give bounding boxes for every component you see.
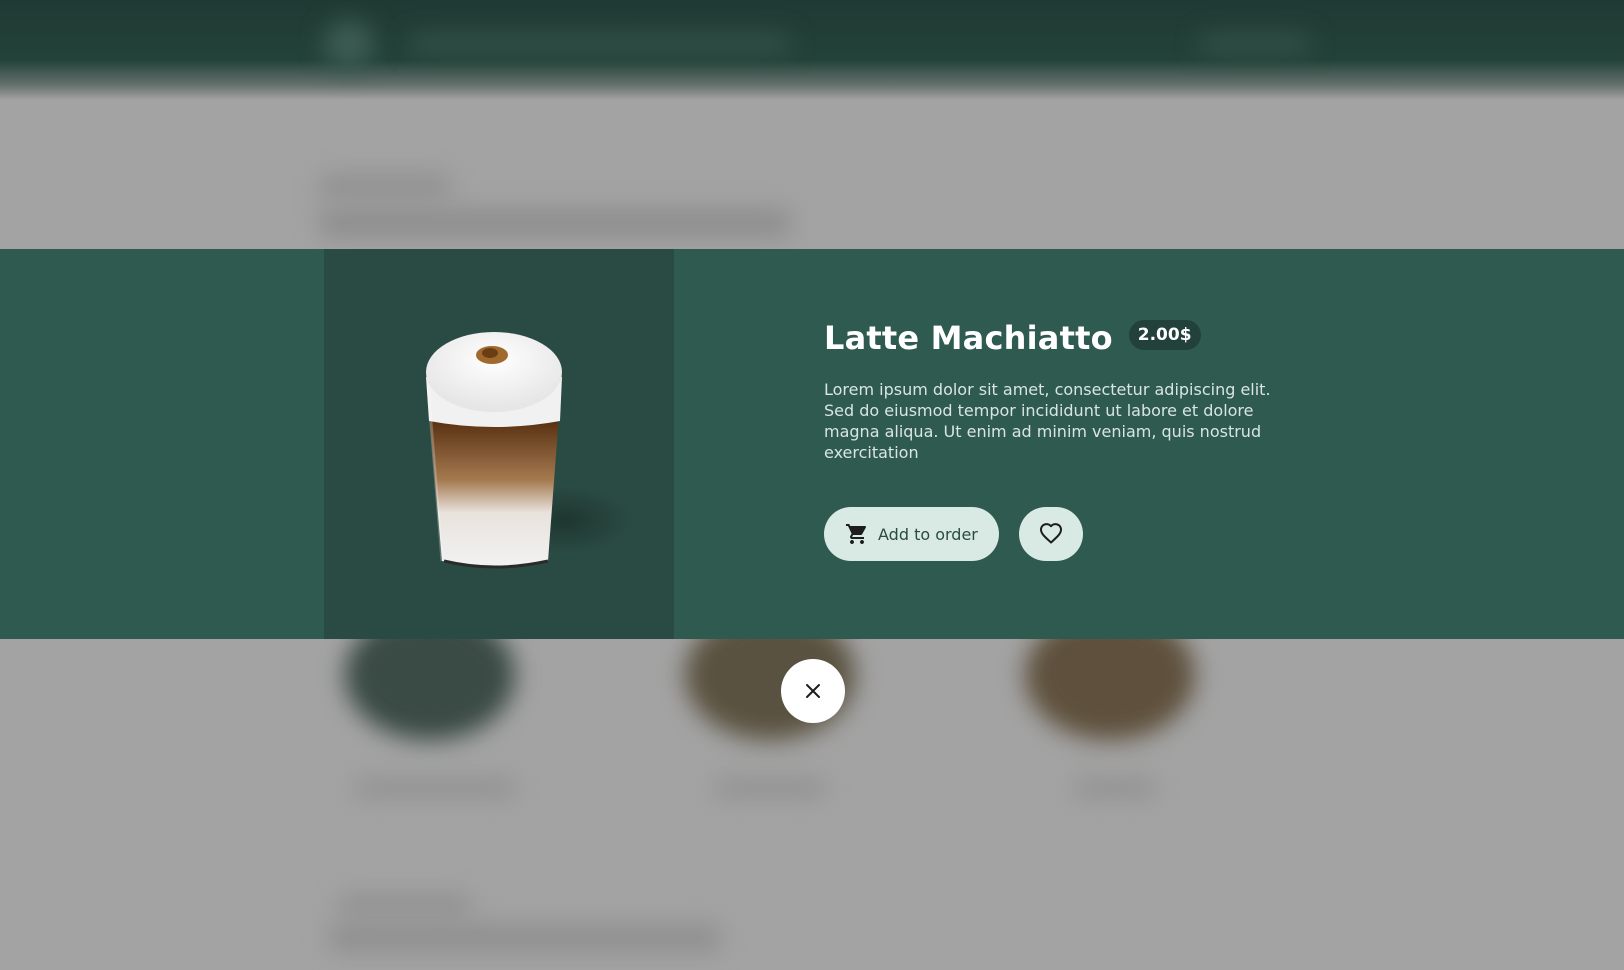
background-section-subtitle bbox=[330, 925, 720, 951]
background-subheading bbox=[320, 210, 790, 236]
favorite-button[interactable] bbox=[1018, 507, 1083, 561]
product-image-panel bbox=[324, 249, 674, 639]
background-section-title bbox=[340, 895, 470, 915]
product-modal: Latte Machiatto 2.00$ Lorem ipsum dolor … bbox=[0, 249, 1624, 639]
heart-icon bbox=[1039, 522, 1063, 546]
page: Latte Machiatto 2.00$ Lorem ipsum dolor … bbox=[0, 0, 1624, 970]
cart-icon bbox=[845, 522, 869, 546]
background-heading bbox=[320, 175, 450, 197]
add-to-order-label: Add to order bbox=[878, 524, 978, 544]
add-to-order-button[interactable]: Add to order bbox=[824, 507, 999, 561]
background-product-label bbox=[715, 780, 825, 796]
background-nav bbox=[410, 35, 790, 53]
close-button[interactable] bbox=[781, 659, 845, 723]
price-badge: 2.00$ bbox=[1128, 320, 1201, 350]
background-product-label bbox=[355, 780, 515, 796]
product-image bbox=[424, 325, 634, 575]
background-nav-right bbox=[1200, 35, 1310, 53]
product-actions: Add to order bbox=[824, 507, 1294, 561]
background-header bbox=[0, 0, 1624, 100]
product-details: Latte Machiatto 2.00$ Lorem ipsum dolor … bbox=[824, 319, 1294, 561]
close-icon bbox=[803, 681, 823, 701]
product-description: Lorem ipsum dolor sit amet, consectetur … bbox=[824, 380, 1271, 462]
background-logo bbox=[324, 20, 374, 70]
product-title: Latte Machiatto bbox=[824, 319, 1113, 357]
background-product-label bbox=[1075, 780, 1155, 796]
product-title-row: Latte Machiatto 2.00$ bbox=[824, 319, 1294, 357]
